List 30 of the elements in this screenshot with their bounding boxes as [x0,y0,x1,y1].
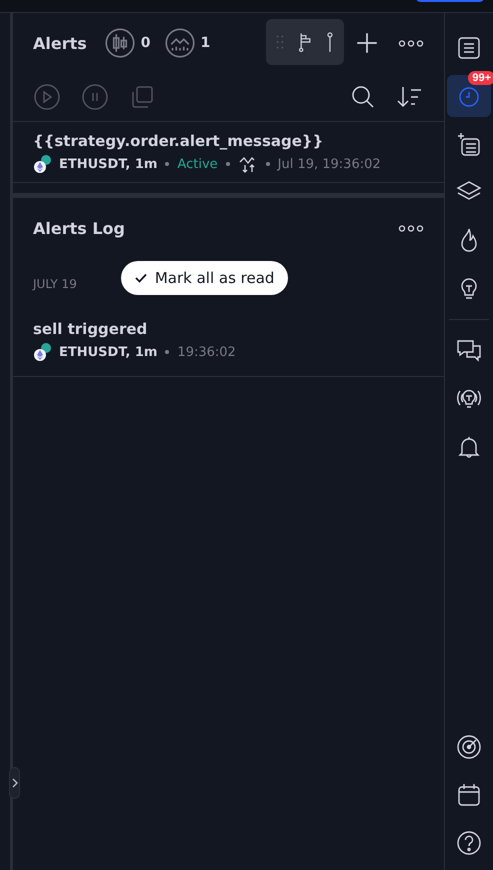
candlestick-icon[interactable] [104,28,135,58]
log-time: 19:36:02 [177,344,236,360]
mark-all-read-button[interactable]: Mark all as read [120,261,288,295]
notification-badge: 99+ [468,71,493,85]
expand-handle[interactable] [9,767,20,799]
separator-dot [165,162,170,166]
panel-title: Alerts [33,34,87,52]
separator-dot [165,350,170,354]
date-heading: JULY 19 [33,277,77,291]
chart-icon[interactable] [164,28,195,58]
symbol-label: ETHUSDT, 1m [59,344,158,360]
log-message[interactable]: sell triggered [33,320,424,338]
alert-message[interactable]: {{strategy.order.alert_message}} [33,132,424,150]
more-icon[interactable] [398,224,424,232]
search-icon[interactable] [350,84,376,110]
sort-icon[interactable] [396,84,424,110]
coin-icon [33,342,53,362]
more-icon[interactable] [398,38,424,48]
alert-count: 0 [140,35,151,51]
separator-dot [266,162,270,166]
target-icon [455,733,483,761]
alert-count: 1 [200,35,210,51]
coin-icon [33,154,53,174]
separator-dot [226,162,230,166]
symbol-label: ETHUSDT, 1m [59,156,158,172]
status-label: Active [177,156,218,172]
section-title: Alerts Log [33,218,125,238]
check-icon [134,273,147,283]
help-icon [455,829,483,857]
alert-time: Jul 19, 19:36:02 [278,156,381,172]
